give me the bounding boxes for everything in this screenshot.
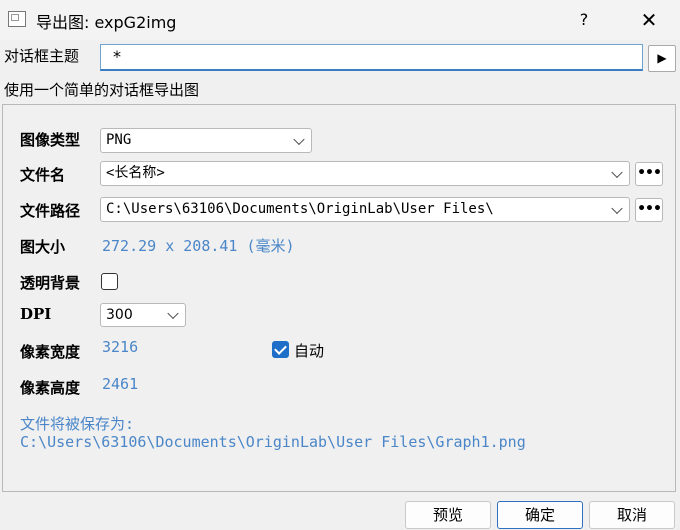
save-as-path: C:\Users\63106\Documents\OriginLab\User … [20, 433, 526, 451]
file-path-value: C:\Users\63106\Documents\OriginLab\User … [106, 201, 494, 217]
run-button[interactable]: ▶ [648, 45, 676, 72]
file-name-browse-button[interactable]: ••• [635, 162, 663, 186]
dpi-select[interactable]: 300 [100, 303, 186, 327]
transparent-bg-checkbox[interactable] [101, 273, 118, 290]
auto-label[interactable]: 自动 [294, 340, 324, 361]
save-as-label: 文件将被保存为: [20, 415, 135, 433]
chevron-down-icon [167, 307, 179, 320]
image-size-label: 图大小 [20, 238, 66, 256]
window-title: 导出图: expG2img [36, 13, 177, 32]
file-path-combo[interactable]: C:\Users\63106\Documents\OriginLab\User … [100, 197, 630, 222]
close-button[interactable]: ✕ [628, 6, 670, 34]
file-name-label: 文件名 [20, 166, 66, 184]
dialog-description: 使用一个简单的对话框导出图 [4, 81, 200, 99]
app-window-icon [8, 11, 26, 27]
pixel-width-value: 3216 [102, 338, 139, 356]
dialog-subject-input[interactable]: * [100, 44, 643, 71]
file-path-label: 文件路径 [20, 202, 81, 220]
dpi-label: DPI [20, 305, 52, 323]
pixel-height-value: 2461 [102, 375, 139, 393]
image-type-value: PNG [106, 132, 132, 148]
help-button[interactable]: ? [566, 6, 602, 34]
ok-button[interactable]: 确定 [497, 501, 583, 529]
file-path-browse-button[interactable]: ••• [635, 198, 663, 222]
dpi-value: 300 [106, 307, 133, 323]
image-type-label: 图像类型 [20, 131, 81, 149]
preview-button[interactable]: 预览 [405, 501, 491, 529]
image-size-value: 272.29 x 208.41 (毫米) [102, 237, 295, 255]
pixel-height-label: 像素高度 [20, 379, 81, 397]
chevron-down-icon [611, 202, 623, 214]
file-name-combo[interactable]: <长名称> [100, 161, 630, 186]
auto-checkbox[interactable] [272, 341, 289, 358]
transparent-bg-label: 透明背景 [20, 274, 81, 292]
chevron-down-icon [293, 133, 305, 145]
pixel-width-label: 像素宽度 [20, 343, 81, 361]
cancel-button[interactable]: 取消 [589, 501, 675, 529]
dialog-subject-label: 对话框主题 [4, 47, 80, 65]
chevron-down-icon [611, 166, 623, 178]
file-name-value: <长名称> [106, 165, 165, 181]
image-type-select[interactable]: PNG [100, 128, 312, 153]
